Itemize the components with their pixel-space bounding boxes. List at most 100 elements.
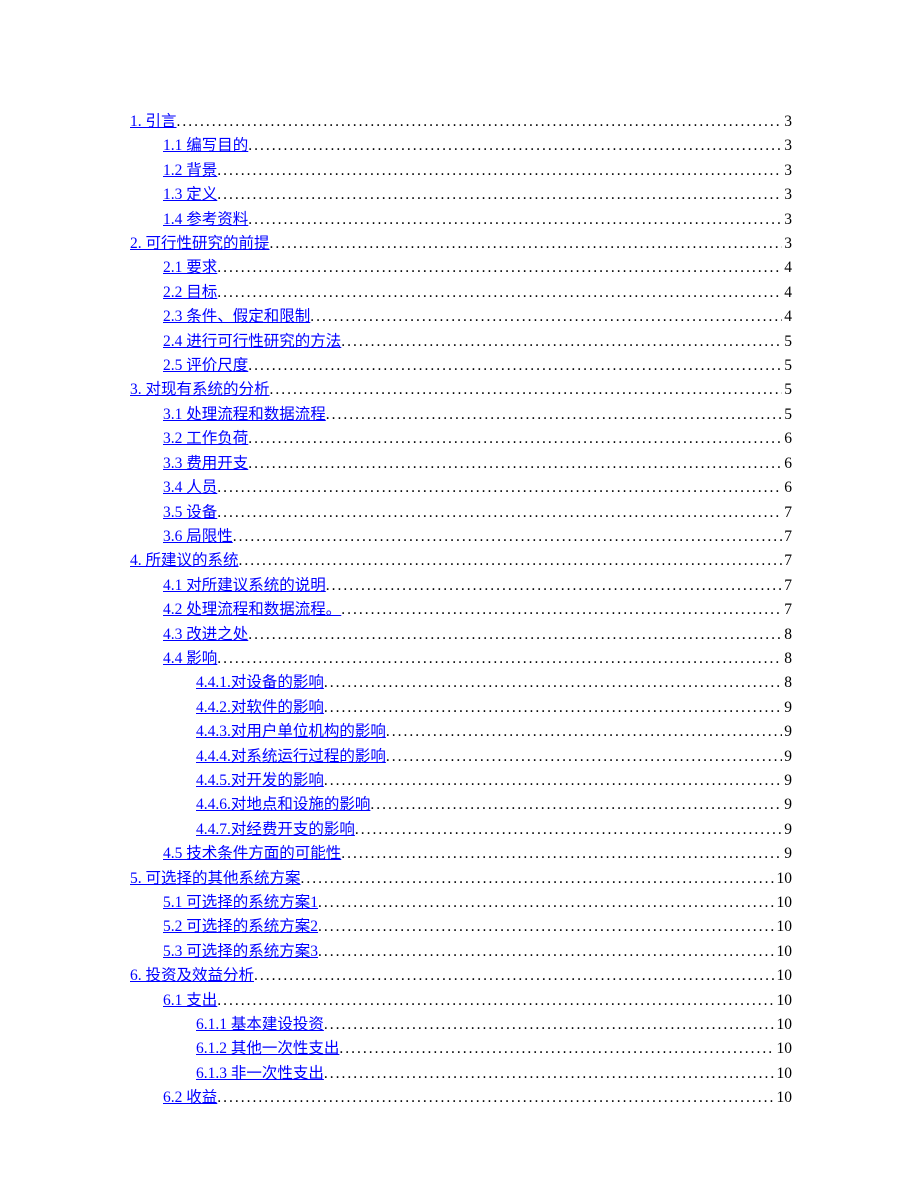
toc-leader xyxy=(318,940,774,964)
toc-entry: 2.1 要求4 xyxy=(130,256,792,280)
toc-link[interactable]: 4.4.4.对系统运行过程的影响 xyxy=(196,745,386,769)
toc-link[interactable]: 4.1 对所建议系统的说明 xyxy=(163,574,326,598)
toc-entry: 4.3 改进之处 8 xyxy=(130,623,792,647)
toc-link[interactable]: 2.3 条件、假定和限制 xyxy=(163,305,310,329)
toc-link[interactable]: 4.4.7.对经费开支的影响 xyxy=(196,818,355,842)
toc-page-number: 10 xyxy=(775,989,793,1013)
toc-link[interactable]: 5.3 可选择的系统方案3 xyxy=(163,940,318,964)
toc-entry: 3.5 设备7 xyxy=(130,501,792,525)
toc-entry: 6. 投资及效益分析 10 xyxy=(130,964,792,988)
toc-entry: 4.4.3.对用户单位机构的影响 9 xyxy=(130,720,792,744)
toc-link[interactable]: 3.6 局限性 xyxy=(163,525,233,549)
toc-page-number: 8 xyxy=(782,623,792,647)
toc-link[interactable]: 6.1.2 其他一次性支出 xyxy=(196,1037,339,1061)
toc-entry: 1.1 编写目的3 xyxy=(130,134,792,158)
toc-page-number: 4 xyxy=(782,305,792,329)
toc-leader xyxy=(233,525,782,549)
toc-entry: 2.5 评价尺度5 xyxy=(130,354,792,378)
toc-entry: 1.3 定义3 xyxy=(130,183,792,207)
toc-link[interactable]: 3.1 处理流程和数据流程 xyxy=(163,403,326,427)
toc-entry: 3.4 人员6 xyxy=(130,476,792,500)
toc-link[interactable]: 4.4 影响 xyxy=(163,647,217,671)
toc-link[interactable]: 4.5 技术条件方面的可能性 xyxy=(163,842,341,866)
toc-link[interactable]: 2.2 目标 xyxy=(163,281,217,305)
toc-page-number: 9 xyxy=(782,842,792,866)
toc-link[interactable]: 5. 可选择的其他系统方案 xyxy=(130,867,301,891)
toc-leader xyxy=(217,256,782,280)
toc-page-number: 8 xyxy=(782,647,792,671)
toc-page-number: 10 xyxy=(775,964,793,988)
toc-page-number: 9 xyxy=(782,720,792,744)
toc-link[interactable]: 4.4.6.对地点和设施的影响 xyxy=(196,793,370,817)
toc-link[interactable]: 4.4.2.对软件的影响 xyxy=(196,696,324,720)
toc-entry: 2.2 目标4 xyxy=(130,281,792,305)
toc-leader xyxy=(301,867,775,891)
toc-link[interactable]: 6.2 收益 xyxy=(163,1086,217,1110)
toc-link[interactable]: 3.5 设备 xyxy=(163,501,217,525)
toc-page-number: 10 xyxy=(775,940,793,964)
toc-page-number: 10 xyxy=(775,1086,793,1110)
toc-leader xyxy=(341,842,782,866)
toc-page-number: 9 xyxy=(782,696,792,720)
toc-entry: 4.4 影响 8 xyxy=(130,647,792,671)
toc-leader xyxy=(318,891,774,915)
toc-link[interactable]: 6.1 支出 xyxy=(163,989,217,1013)
toc-link[interactable]: 2.5 评价尺度 xyxy=(163,354,248,378)
toc-entry: 3. 对现有系统的分析5 xyxy=(130,378,792,402)
toc-link[interactable]: 6. 投资及效益分析 xyxy=(130,964,254,988)
toc-leader xyxy=(217,159,782,183)
toc-link[interactable]: 1.1 编写目的 xyxy=(163,134,248,158)
toc-link[interactable]: 1.4 参考资料 xyxy=(163,208,248,232)
toc-link[interactable]: 5.1 可选择的系统方案1 xyxy=(163,891,318,915)
toc-entry: 6.2 收益 10 xyxy=(130,1086,792,1110)
toc-link[interactable]: 3.3 费用开支 xyxy=(163,452,248,476)
toc-entry: 4.1 对所建议系统的说明7 xyxy=(130,574,792,598)
toc-link[interactable]: 6.1.3 非一次性支出 xyxy=(196,1062,324,1086)
toc-entry: 4.4.2.对软件的影响 9 xyxy=(130,696,792,720)
toc-page-number: 9 xyxy=(782,818,792,842)
toc-link[interactable]: 3.2 工作负荷 xyxy=(163,427,248,451)
toc-link[interactable]: 4. 所建议的系统 xyxy=(130,549,239,573)
toc-page-number: 3 xyxy=(782,110,792,134)
toc-link[interactable]: 4.4.3.对用户单位机构的影响 xyxy=(196,720,386,744)
toc-entry: 4.4.5.对开发的影响 9 xyxy=(130,769,792,793)
toc-link[interactable]: 4.4.1.对设备的影响 xyxy=(196,671,324,695)
toc-link[interactable]: 6.1.1 基本建设投资 xyxy=(196,1013,324,1037)
toc-link[interactable]: 4.4.5.对开发的影响 xyxy=(196,769,324,793)
toc-page-number: 7 xyxy=(782,549,792,573)
toc-leader xyxy=(355,818,782,842)
toc-link[interactable]: 1.2 背景 xyxy=(163,159,217,183)
toc-page-number: 5 xyxy=(782,403,792,427)
toc-link[interactable]: 2.4 进行可行性研究的方法 xyxy=(163,330,341,354)
toc-link[interactable]: 3.4 人员 xyxy=(163,476,217,500)
toc-leader xyxy=(326,574,782,598)
toc-link[interactable]: 1.3 定义 xyxy=(163,183,217,207)
toc-leader xyxy=(248,623,782,647)
toc-leader xyxy=(217,1086,774,1110)
toc-link[interactable]: 2.1 要求 xyxy=(163,256,217,280)
toc-link[interactable]: 2. 可行性研究的前提 xyxy=(130,232,270,256)
toc-leader xyxy=(341,330,782,354)
toc-link[interactable]: 4.2 处理流程和数据流程。 xyxy=(163,598,341,622)
toc-link[interactable]: 4.3 改进之处 xyxy=(163,623,248,647)
toc-link[interactable]: 3. 对现有系统的分析 xyxy=(130,378,270,402)
toc-page-number: 10 xyxy=(775,1013,793,1037)
toc-page-number: 10 xyxy=(775,1062,793,1086)
toc-link[interactable]: 5.2 可选择的系统方案2 xyxy=(163,915,318,939)
toc-entry: 4.5 技术条件方面的可能性 9 xyxy=(130,842,792,866)
toc-page-number: 8 xyxy=(782,671,792,695)
toc-leader xyxy=(324,1013,775,1037)
toc-leader xyxy=(217,183,782,207)
toc-leader xyxy=(248,427,782,451)
toc-entry: 4.4.6.对地点和设施的影响9 xyxy=(130,793,792,817)
toc-leader xyxy=(217,989,774,1013)
toc-link[interactable]: 1. 引言 xyxy=(130,110,177,134)
toc-entry: 3.3 费用开支6 xyxy=(130,452,792,476)
toc-page-number: 10 xyxy=(775,915,793,939)
toc-leader xyxy=(341,598,782,622)
toc-page-number: 3 xyxy=(782,208,792,232)
toc-page-number: 9 xyxy=(782,769,792,793)
toc-leader xyxy=(217,281,782,305)
toc-page-number: 10 xyxy=(775,867,793,891)
toc-entry: 2.4 进行可行性研究的方法5 xyxy=(130,330,792,354)
